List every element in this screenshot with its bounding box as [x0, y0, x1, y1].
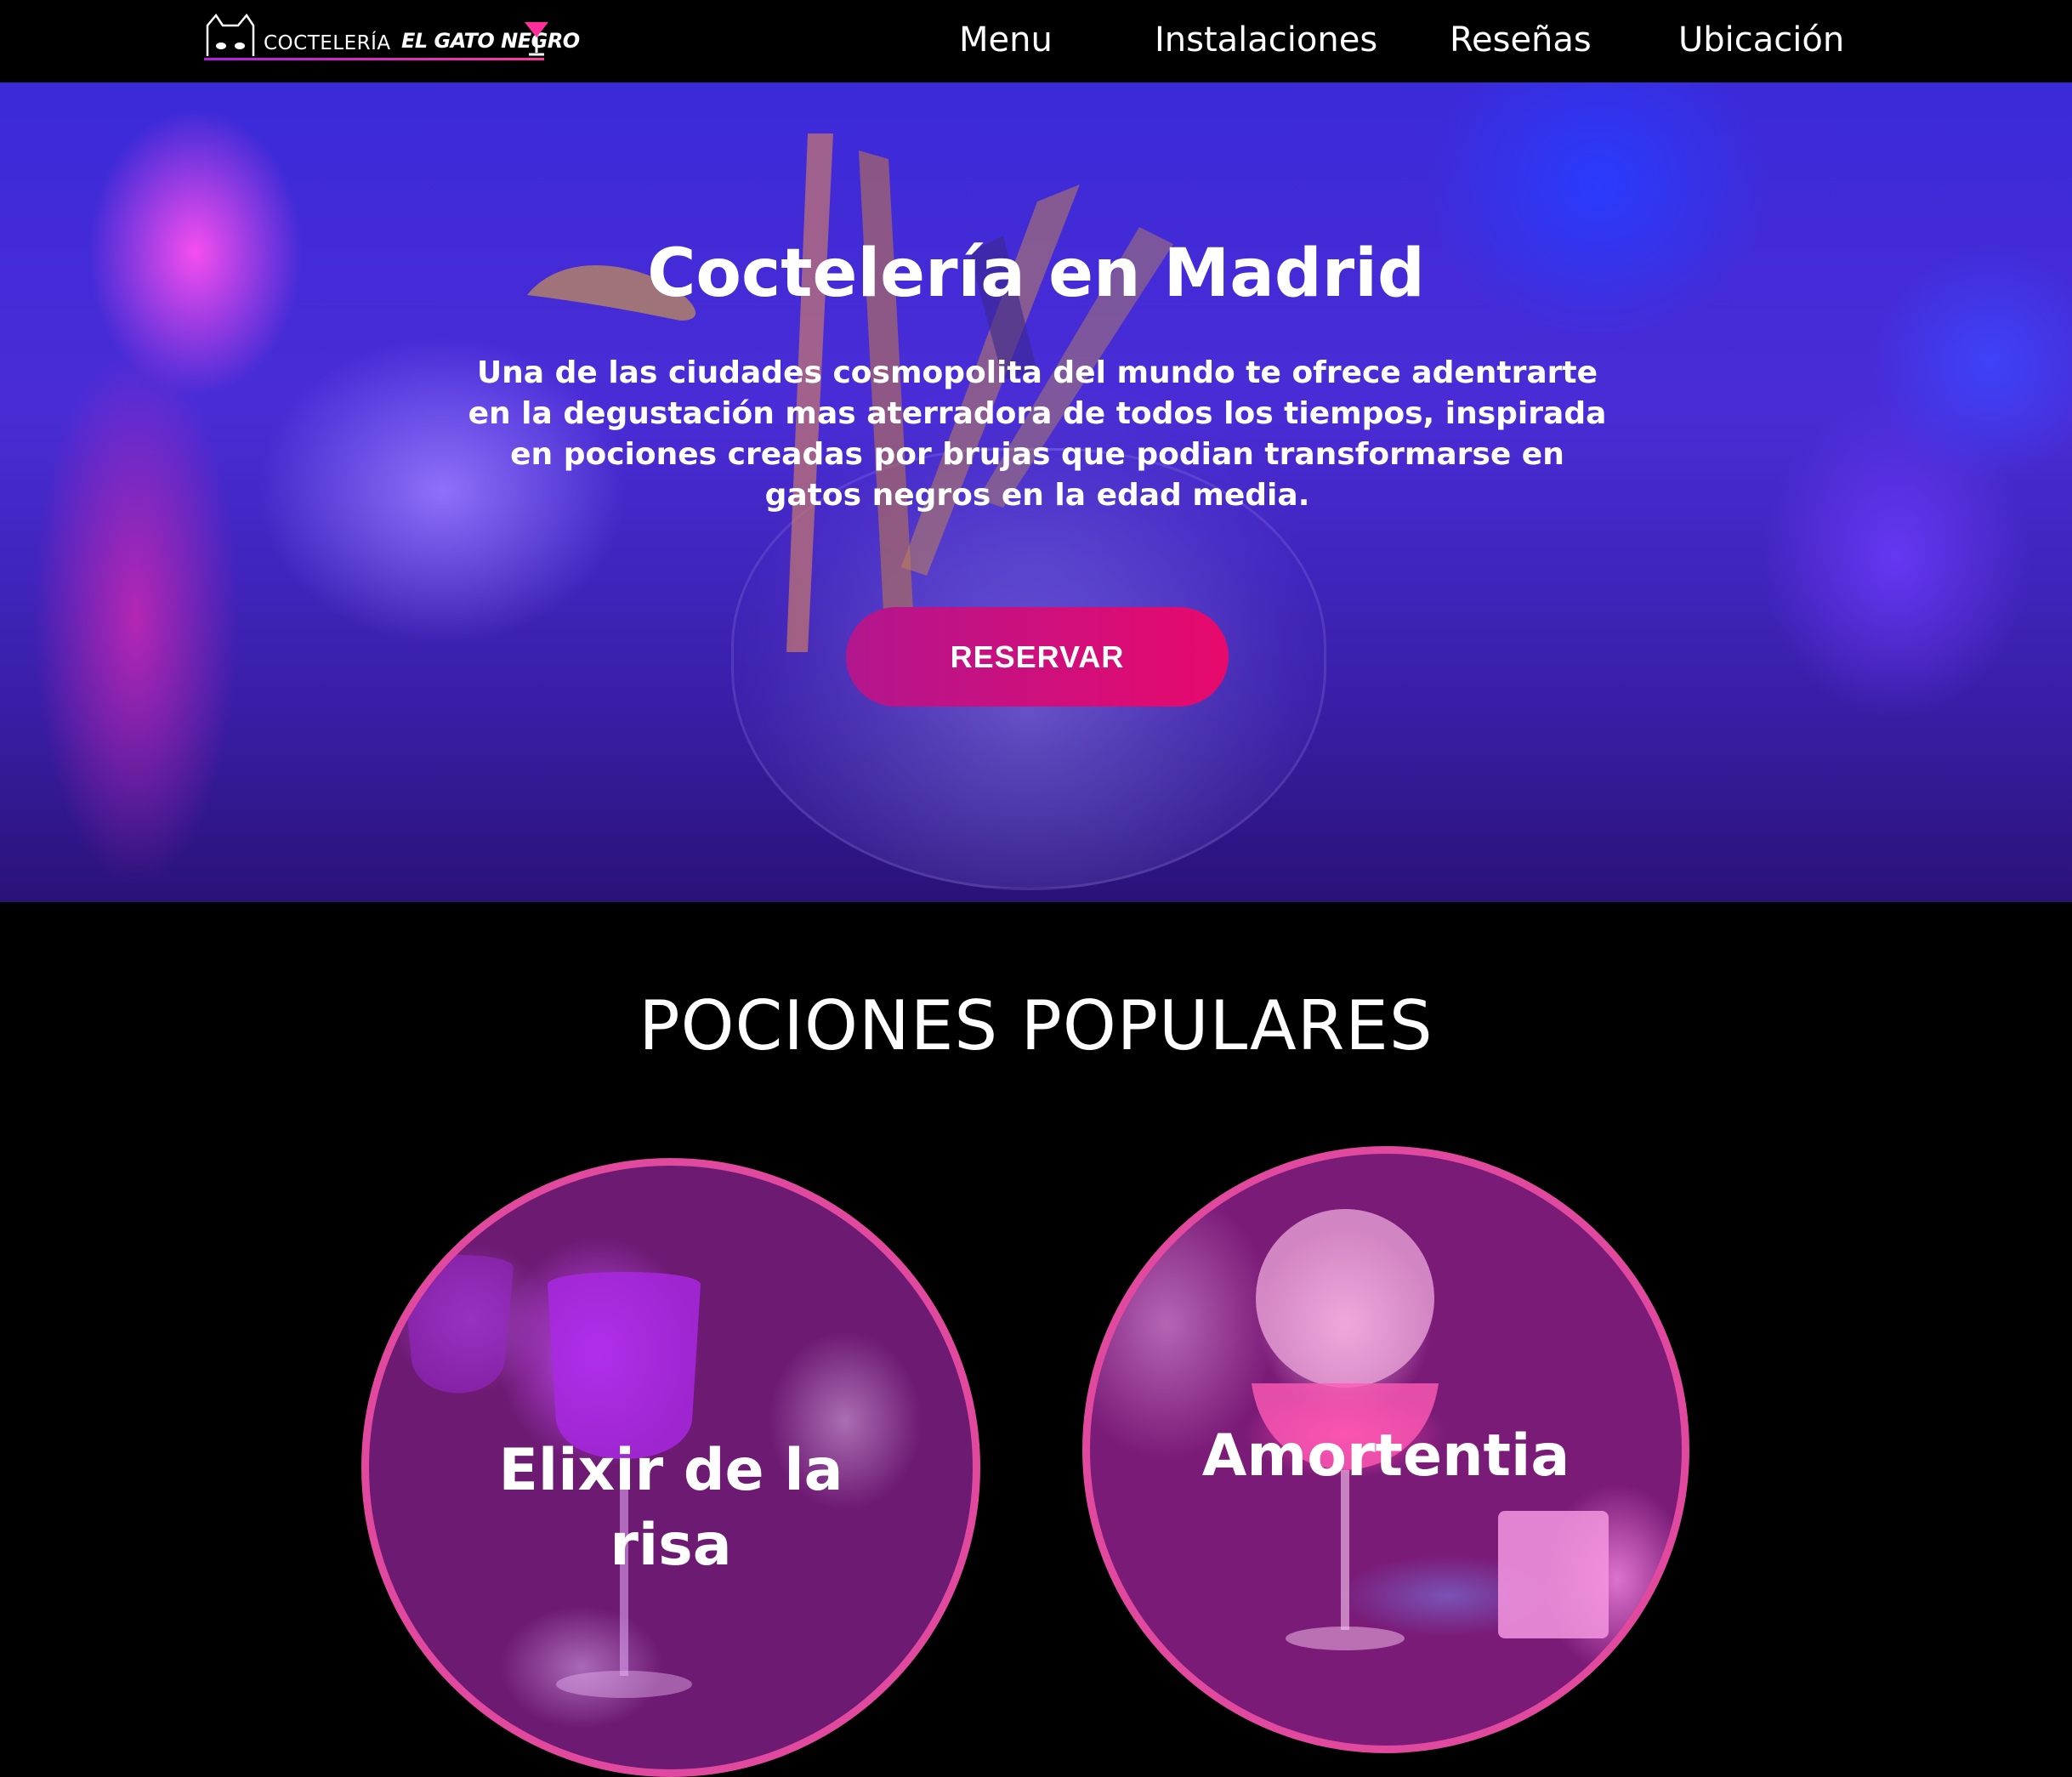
hero-title: Coctelería en Madrid [647, 236, 1425, 312]
hero-description: Una de las ciudades cosmopolita del mund… [468, 355, 1607, 513]
brand-prefix: COCTELERÍA [264, 32, 391, 54]
brand-name: EL GATO NEGRO [401, 29, 580, 53]
navbar: COCTELERÍA EL GATO NEGRO Menu Instalacio… [0, 0, 2072, 82]
potion-card-elixir[interactable]: Elixir de la risa [361, 1158, 980, 1777]
potion-name: Elixir de la risa [498, 1437, 843, 1579]
potion-name: Amortentia [1201, 1422, 1570, 1490]
cat-icon [206, 14, 255, 56]
brand-logo[interactable]: COCTELERÍA EL GATO NEGRO [204, 14, 580, 65]
section-title-potions: POCIONES POPULARES [639, 986, 1433, 1065]
nav-menu[interactable]: Menu [959, 20, 1053, 60]
nav-ubicacion[interactable]: Ubicación [1678, 20, 1844, 60]
potion-card-amortentia[interactable]: Amortentia [1082, 1146, 1689, 1753]
reserve-button[interactable]: RESERVAR [846, 607, 1229, 707]
brand-underline [204, 58, 544, 60]
hero-section: Coctelería en Madrid Una de las ciudades… [0, 82, 2072, 902]
cocktail-glass-icon [525, 22, 548, 56]
nav-resenas[interactable]: Reseñas [1450, 20, 1592, 60]
nav-instalaciones[interactable]: Instalaciones [1155, 20, 1377, 60]
